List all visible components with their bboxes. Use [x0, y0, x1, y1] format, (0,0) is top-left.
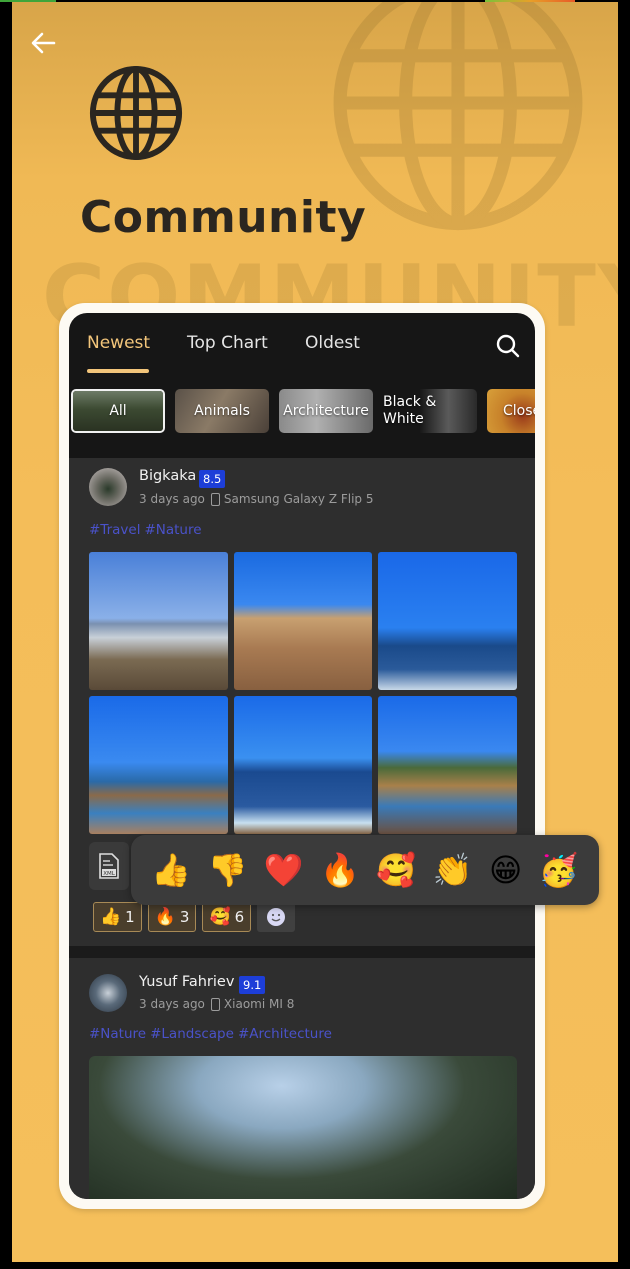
photo-thumbnail[interactable]	[89, 1056, 517, 1199]
post-username[interactable]: Yusuf Fahriev	[139, 974, 234, 990]
picker-grin[interactable]: 😁	[489, 854, 522, 886]
photo-thumbnail[interactable]	[378, 696, 517, 834]
tag-link[interactable]: #Landscape	[150, 1026, 234, 1042]
photo-thumbnail[interactable]	[378, 552, 517, 690]
phone-icon	[210, 492, 220, 506]
category-chip-animals[interactable]: Animals	[175, 389, 269, 433]
picker-thumbs-down[interactable]: 👎	[208, 854, 248, 886]
tag-link[interactable]: #Nature	[89, 1026, 146, 1042]
reaction-picker: 👍 👎 ❤️ 🔥 🥰 👏 😁 🥳	[131, 835, 599, 905]
reaction-smiling-hearts[interactable]: 🥰 6	[202, 902, 252, 932]
post-device: Xiaomi MI 8	[223, 997, 295, 1011]
category-chip-architecture[interactable]: Architecture	[279, 389, 373, 433]
post-tags: #Nature #Landscape #Architecture	[89, 1026, 336, 1042]
photo-thumbnail[interactable]	[233, 696, 373, 834]
search-icon[interactable]	[495, 333, 521, 359]
post-meta: 3 days ago Xiaomi MI 8	[139, 997, 294, 1011]
post-tags: #Travel #Nature	[89, 522, 206, 538]
tab-newest[interactable]: Newest	[87, 333, 150, 353]
app-screen: Newest Top Chart Oldest All Animals Arch…	[69, 313, 535, 1199]
post-card: Yusuf Fahriev 9.1 3 days ago Xiaomi MI 8…	[69, 958, 535, 1199]
picker-clapping[interactable]: 👏	[433, 854, 473, 886]
photo-thumbnail[interactable]	[89, 696, 228, 834]
post-time: 3 days ago	[139, 492, 205, 506]
score-badge: 9.1	[239, 976, 266, 994]
category-chip-close[interactable]: Close	[487, 389, 535, 433]
reaction-fire[interactable]: 🔥 3	[147, 902, 197, 932]
category-filters: All Animals Architecture Black & White C…	[69, 389, 535, 433]
score-badge: 8.5	[199, 470, 226, 488]
picker-thumbs-up[interactable]: 👍	[151, 854, 191, 886]
xml-file-icon: XML	[99, 853, 119, 879]
add-reaction-button[interactable]	[257, 902, 296, 932]
category-chip-black-white[interactable]: Black & White	[381, 389, 477, 433]
avatar[interactable]	[89, 468, 127, 506]
photo-thumbnail[interactable]	[89, 552, 228, 690]
sort-tabs: Newest Top Chart Oldest	[69, 313, 535, 377]
tab-top-chart[interactable]: Top Chart	[187, 333, 268, 353]
phone-icon	[210, 997, 220, 1011]
picker-party[interactable]: 🥳	[539, 854, 579, 886]
attachment-file[interactable]: XML	[89, 842, 129, 890]
tag-link[interactable]: #Nature	[144, 522, 201, 538]
category-chip-all[interactable]: All	[71, 389, 165, 433]
tab-oldest[interactable]: Oldest	[305, 333, 360, 353]
picker-fire[interactable]: 🔥	[320, 854, 360, 886]
active-tab-indicator	[87, 369, 149, 373]
page-title: Community	[80, 192, 367, 243]
phone-mockup: Newest Top Chart Oldest All Animals Arch…	[59, 303, 545, 1209]
photo-grid	[89, 552, 517, 834]
avatar[interactable]	[89, 974, 127, 1012]
post-time: 3 days ago	[139, 997, 205, 1011]
arrow-left-icon[interactable]	[28, 28, 58, 58]
tag-link[interactable]: #Travel	[89, 522, 140, 538]
post-meta: 3 days ago Samsung Galaxy Z Flip 5	[139, 492, 374, 506]
post-separator	[69, 946, 535, 958]
picker-heart[interactable]: ❤️	[264, 854, 304, 886]
tag-link[interactable]: #Architecture	[238, 1026, 332, 1042]
svg-text:XML: XML	[103, 871, 116, 877]
picker-smiling-hearts[interactable]: 🥰	[376, 854, 416, 886]
globe-icon	[89, 65, 183, 161]
reaction-bar: 👍 1 🔥 3 🥰 6	[93, 902, 296, 932]
smiley-icon	[267, 908, 286, 926]
reaction-thumbs-up[interactable]: 👍 1	[93, 902, 142, 932]
post-device: Samsung Galaxy Z Flip 5	[223, 492, 374, 506]
photo-thumbnail[interactable]	[233, 552, 373, 690]
post-username[interactable]: Bigkaka	[139, 468, 196, 484]
